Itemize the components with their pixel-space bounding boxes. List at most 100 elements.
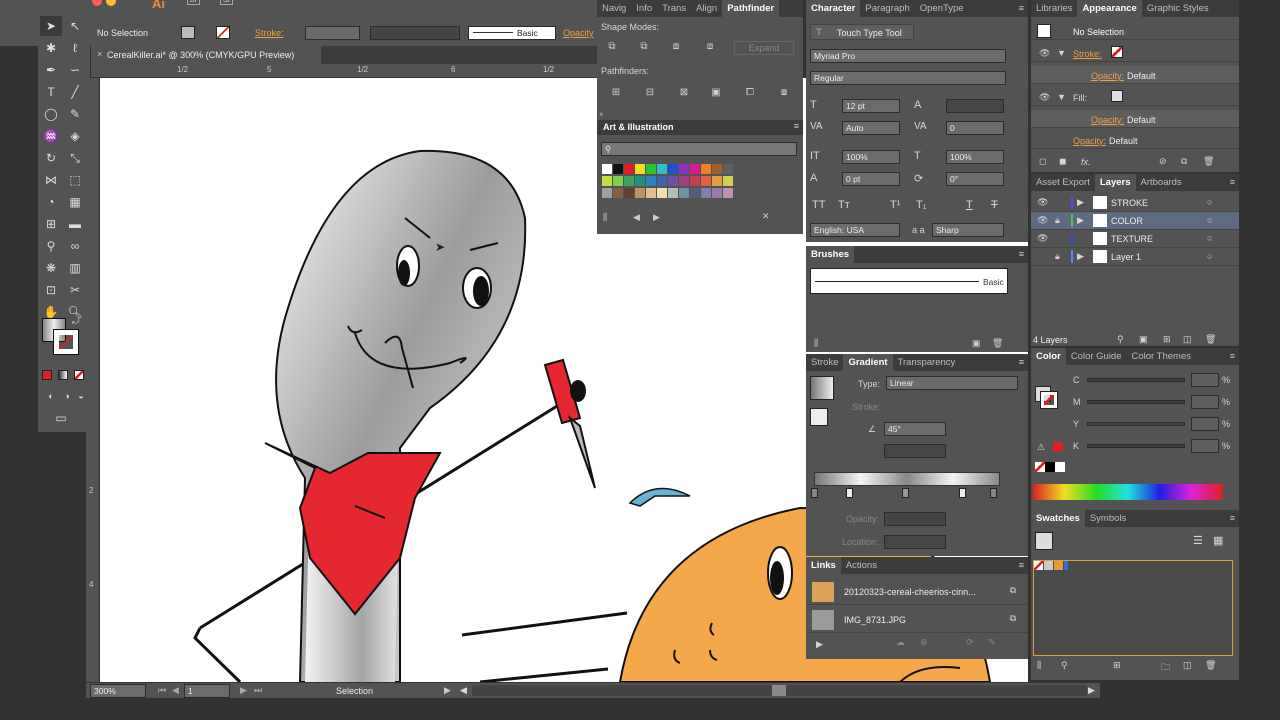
exclude-icon[interactable]: ⧈: [703, 40, 717, 54]
out-of-gamut-icon[interactable]: ⚠: [1037, 442, 1045, 453]
art-swatch[interactable]: [657, 164, 667, 174]
tab-links[interactable]: Links: [806, 557, 841, 574]
gradient-preview[interactable]: [810, 376, 834, 400]
new-swatch-icon[interactable]: ◫: [1183, 660, 1192, 671]
art-swatch[interactable]: [613, 176, 623, 186]
swatch-search-field[interactable]: ⚲: [601, 142, 797, 156]
tab-color-guide[interactable]: Color Guide: [1066, 348, 1127, 365]
tab-color-themes[interactable]: Color Themes: [1127, 348, 1197, 365]
gradient-location-field[interactable]: [884, 535, 946, 549]
prev-library-icon[interactable]: ◀: [633, 212, 640, 223]
font-family-field[interactable]: Myriad Pro: [810, 49, 1006, 63]
rotate-tool-icon[interactable]: ↻: [40, 148, 62, 168]
art-swatch[interactable]: [646, 176, 656, 186]
art-swatch[interactable]: [690, 176, 700, 186]
subscript-icon[interactable]: T₁: [916, 199, 926, 211]
tab-stroke[interactable]: Stroke: [806, 354, 843, 371]
tab-align[interactable]: Align: [691, 0, 722, 17]
swatch-options-icon[interactable]: ⊞: [1113, 660, 1121, 671]
eyedropper-icon[interactable]: ⚲: [40, 236, 62, 256]
tab-paragraph[interactable]: Paragraph: [860, 0, 914, 17]
font-size-field[interactable]: 12 pt: [842, 99, 900, 113]
art-swatch[interactable]: [602, 164, 612, 174]
links-expand-icon[interactable]: ▶: [816, 639, 823, 650]
brush-options-icon[interactable]: ▣: [972, 338, 981, 349]
object-opacity-row[interactable]: Opacity: Default: [1031, 131, 1239, 149]
scroll-right-icon[interactable]: ▶: [1088, 685, 1095, 696]
panel-menu-icon[interactable]: ≡: [1019, 249, 1024, 259]
art-swatch[interactable]: [657, 188, 667, 198]
fill-label[interactable]: Fill:: [1073, 93, 1087, 103]
object-opacity-label[interactable]: Opacity:: [1073, 136, 1106, 146]
none-color-chip[interactable]: [1035, 462, 1045, 472]
eye-icon[interactable]: 👁︎: [1037, 215, 1048, 226]
art-swatch[interactable]: [679, 176, 689, 186]
panel-menu-icon[interactable]: ≡: [1230, 351, 1235, 361]
art-swatch[interactable]: [624, 164, 634, 174]
art-swatch[interactable]: [646, 164, 656, 174]
lasso-icon[interactable]: ℓ: [64, 38, 86, 58]
target-icon[interactable]: ○: [1207, 233, 1212, 243]
panel-menu-icon[interactable]: ≡: [1019, 560, 1024, 570]
art-swatch[interactable]: [668, 164, 678, 174]
aspect-ratio-field[interactable]: [884, 444, 946, 458]
direct-selection-tool-icon[interactable]: ↖: [64, 16, 86, 36]
unite-icon[interactable]: ⧉: [605, 40, 619, 54]
black-slider[interactable]: [1087, 444, 1185, 448]
tab-pathfinder[interactable]: Pathfinder: [722, 0, 780, 17]
stroke-swatch[interactable]: [1111, 46, 1123, 58]
ellipse-tool-icon[interactable]: ◯: [40, 104, 62, 124]
swatch-grid[interactable]: [1033, 560, 1233, 656]
link-item[interactable]: 20120323-cereal-cheerios-cinn... ⧉: [806, 579, 1028, 605]
gamut-color-chip[interactable]: [1053, 442, 1063, 452]
link-item[interactable]: IMG_8731.JPG ⧉: [806, 607, 1028, 633]
vertical-scale-field[interactable]: 100%: [842, 150, 900, 164]
tab-layers[interactable]: Layers: [1094, 174, 1136, 191]
paintbrush-icon[interactable]: ♒: [40, 126, 62, 146]
next-artboard-icon[interactable]: ▶: [240, 685, 247, 696]
art-swatch[interactable]: [723, 188, 733, 198]
scroll-left-icon[interactable]: ◀: [460, 685, 467, 696]
tab-info[interactable]: Info: [631, 0, 657, 17]
tab-appearance[interactable]: Appearance: [1077, 0, 1142, 17]
add-fill-icon[interactable]: ◼: [1059, 156, 1066, 167]
all-caps-icon[interactable]: TT: [812, 199, 825, 211]
tab-transform[interactable]: Trans: [657, 0, 691, 17]
duplicate-item-icon[interactable]: ⧉: [1181, 156, 1187, 167]
stroke-color-box[interactable]: [53, 329, 79, 355]
perspective-grid-icon[interactable]: ▦: [64, 192, 86, 212]
selection-tool-icon[interactable]: ➤: [40, 16, 62, 36]
stroke-opacity-row[interactable]: Opacity: Default: [1031, 66, 1239, 84]
line-tool-icon[interactable]: ╱: [64, 82, 86, 102]
white-color-chip[interactable]: [1055, 462, 1065, 472]
superscript-icon[interactable]: T¹: [890, 199, 900, 211]
variable-width-field[interactable]: [370, 26, 460, 40]
none-mode-button[interactable]: [74, 370, 84, 380]
basic-brush-item[interactable]: Basic: [810, 268, 1008, 294]
font-style-field[interactable]: Regular: [810, 71, 1006, 85]
tab-character[interactable]: Character: [806, 0, 861, 17]
swatch-library-icon[interactable]: ⫼: [603, 212, 607, 223]
art-swatch[interactable]: [679, 188, 689, 198]
art-swatch[interactable]: [646, 188, 656, 198]
art-swatch[interactable]: [701, 176, 711, 186]
underline-icon[interactable]: T: [966, 199, 973, 211]
black-field[interactable]: [1191, 439, 1219, 453]
fill-row[interactable]: 👁︎ ▼ Fill:: [1031, 88, 1239, 106]
yellow-field[interactable]: [1191, 417, 1219, 431]
blend-tool-icon[interactable]: ∞: [64, 236, 86, 256]
magic-wand-icon[interactable]: ✱: [40, 38, 62, 58]
baseline-shift-field[interactable]: 0 pt: [842, 172, 900, 186]
art-swatch[interactable]: [602, 188, 612, 198]
eraser-icon[interactable]: ◈: [64, 126, 86, 146]
strikethrough-icon[interactable]: T: [991, 199, 998, 211]
swatch-library-icon[interactable]: ⫼: [1037, 660, 1041, 671]
stroke-label[interactable]: Stroke:: [1073, 49, 1102, 59]
fill-stroke-indicator[interactable]: [810, 408, 828, 426]
rotation-field[interactable]: 0°: [946, 172, 1004, 186]
relink-icon[interactable]: ☁: [896, 637, 905, 648]
list-view-icon[interactable]: ☰: [1193, 534, 1203, 547]
scrollbar-thumb[interactable]: [772, 685, 786, 696]
touch-type-button[interactable]: ⊤ Touch Type Tool: [810, 24, 914, 40]
color-mode-button[interactable]: [42, 370, 52, 380]
